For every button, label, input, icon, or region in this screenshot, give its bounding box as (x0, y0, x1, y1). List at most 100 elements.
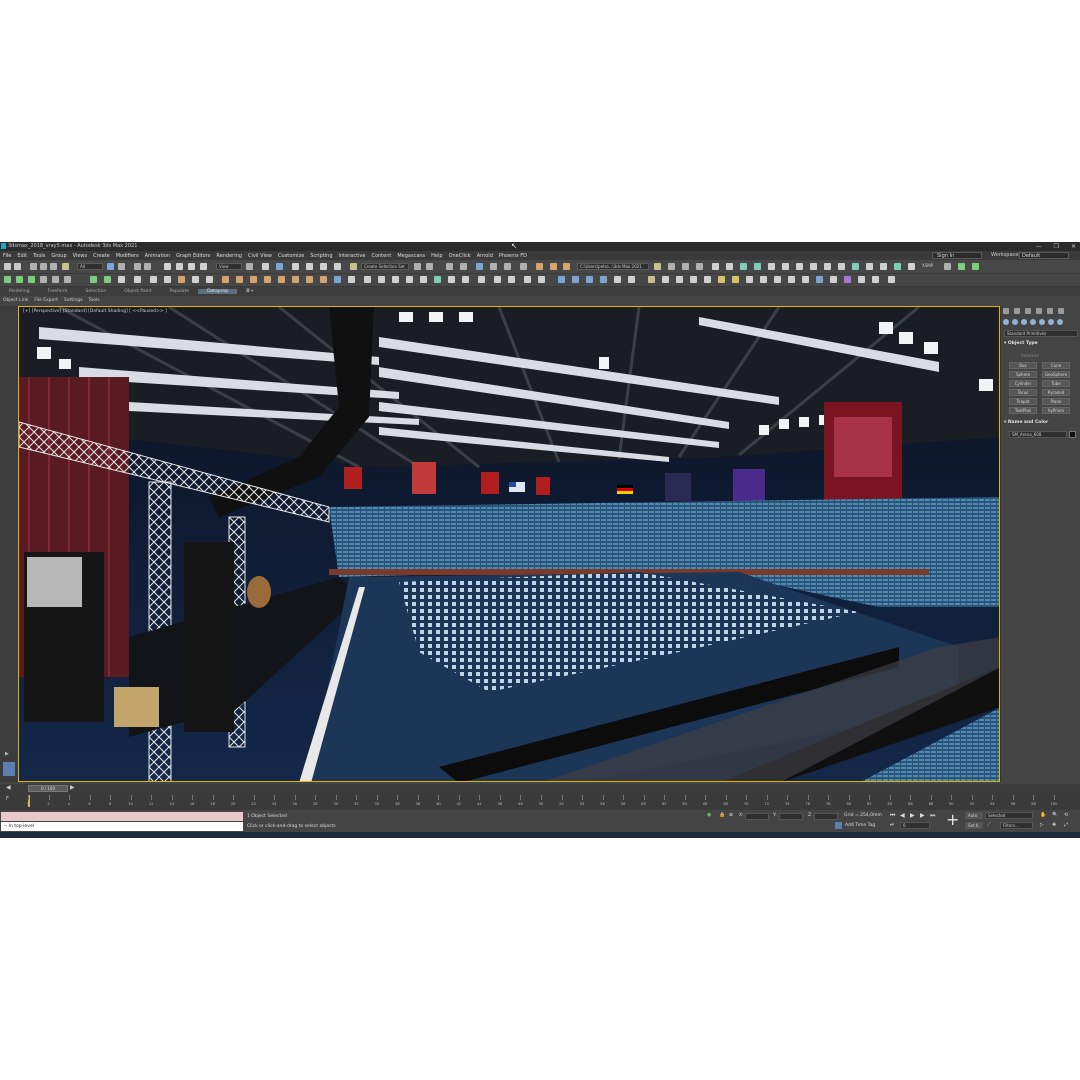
tool-ab-icon[interactable] (648, 276, 655, 283)
auto-key-button[interactable]: Auto (965, 812, 983, 819)
vray-fur-icon[interactable] (796, 263, 803, 270)
subtab-file-export[interactable]: File Export (31, 298, 61, 303)
shapes-icon[interactable] (1012, 319, 1018, 325)
xsmp-export-icon[interactable] (958, 263, 965, 270)
menu-civil-view[interactable]: Civil View (245, 253, 275, 259)
vray-render-icon[interactable] (696, 263, 703, 270)
tool-ap-icon[interactable] (844, 276, 851, 283)
pyramid-button[interactable]: Pyramid (1042, 389, 1070, 396)
ribbon-tab-dataprep[interactable]: Dataprep (198, 289, 238, 294)
autogrid-checkbox[interactable]: AutoGrid (1021, 353, 1039, 358)
object-name-field[interactable]: SM_Arena_608 (1009, 431, 1067, 438)
torus-button[interactable]: Torus (1009, 389, 1037, 396)
tool-ac-icon[interactable] (662, 276, 669, 283)
foam-icon[interactable] (264, 276, 271, 283)
tool-ao-icon[interactable] (830, 276, 837, 283)
menu-content[interactable]: Content (368, 253, 394, 259)
geometry-icon[interactable] (1003, 319, 1009, 325)
tool-am-icon[interactable] (802, 276, 809, 283)
menu-scripting[interactable]: Scripting (307, 253, 335, 259)
menu-create[interactable]: Create (90, 253, 113, 259)
help-icon[interactable] (538, 276, 545, 283)
tool-ae-icon[interactable] (690, 276, 697, 283)
hyprism-button[interactable]: hyPrism (1042, 407, 1070, 414)
next-frame-icon[interactable]: ▶ (920, 812, 925, 819)
unlink-icon[interactable] (40, 263, 47, 270)
object-type-rollout[interactable]: ▾ Object Type (1004, 341, 1038, 346)
cylinder-button[interactable]: Cylinder (1009, 380, 1037, 387)
stop-icon[interactable] (192, 276, 199, 283)
tool-al-icon[interactable] (788, 276, 795, 283)
ribbon-tab-selection[interactable]: Selection (77, 289, 116, 294)
ribbon-tab-populate[interactable]: Populate (161, 289, 199, 294)
add-time-tag-button[interactable]: Add Time Tag (845, 823, 875, 828)
orbit-icon[interactable]: ⟲ (1064, 812, 1068, 818)
tool-aq-icon[interactable] (858, 276, 865, 283)
select-object-icon[interactable] (107, 263, 114, 270)
vray-light-icon[interactable] (712, 263, 719, 270)
tool-ag-icon[interactable] (718, 276, 725, 283)
pan-view-icon[interactable]: ✋ (1040, 812, 1046, 818)
plane-button[interactable]: Plane (1042, 398, 1070, 405)
rectangular-selection-icon[interactable] (134, 263, 141, 270)
time-next-icon[interactable]: ▶ (70, 784, 75, 791)
key-mode-icon[interactable]: ⏯ (890, 822, 894, 828)
track-bar[interactable]: F 0 2 4 6 8 10 12 14 16 18 20 22 24 26 28 30 32 34 36 38 40 4… (0, 794, 1080, 810)
menu-arnold[interactable]: Arnold (474, 253, 496, 259)
tool-i-icon[interactable] (206, 276, 213, 283)
subtab-tools[interactable]: Tools (85, 298, 102, 303)
tool-c-icon[interactable] (64, 276, 71, 283)
cameras-icon[interactable] (1030, 319, 1036, 325)
vray-scene-converter-icon[interactable] (894, 263, 901, 270)
particle-icon[interactable] (320, 276, 327, 283)
vray-sphere-light-icon[interactable] (754, 263, 761, 270)
key-filter-dropdown[interactable]: Selected (985, 812, 1033, 819)
tool-t-icon[interactable] (508, 276, 515, 283)
tool-f-icon[interactable] (118, 276, 125, 283)
reference-coordinate-dropdown[interactable]: View (216, 263, 242, 270)
wind-icon[interactable] (334, 276, 341, 283)
move-icon[interactable] (164, 263, 171, 270)
vray-camera-icon[interactable] (866, 263, 873, 270)
add-keyframe-icon[interactable]: + (946, 812, 959, 828)
xsmp-import-icon[interactable] (972, 263, 979, 270)
tool-s-icon[interactable] (494, 276, 501, 283)
lock-selection-icon[interactable]: 🔒 (719, 812, 725, 818)
layer-explorer-icon[interactable] (460, 263, 467, 270)
perspective-viewport[interactable]: [+] [Perspective] [Standard] [Default Sh… (18, 306, 1000, 782)
ribbon-tab-modeling[interactable]: Modeling (0, 289, 38, 294)
scale-icon[interactable] (188, 263, 195, 270)
systems-icon[interactable] (1057, 319, 1063, 325)
z-coordinate-field[interactable] (814, 813, 838, 820)
tool-ah-icon[interactable] (732, 276, 739, 283)
edit-named-selection-icon[interactable] (350, 263, 357, 270)
toolbar-overflow-icon[interactable] (668, 263, 675, 270)
menu-interactive[interactable]: Interactive (336, 253, 369, 259)
align-icon[interactable] (426, 263, 433, 270)
absolute-mode-icon[interactable]: ⊠ (729, 813, 733, 818)
vray-lister-icon[interactable] (908, 263, 915, 270)
time-prev-icon[interactable]: ◀ (6, 784, 11, 791)
space-warps-icon[interactable] (1048, 319, 1054, 325)
tool-l-icon[interactable] (392, 276, 399, 283)
project-folder-icon[interactable] (654, 263, 661, 270)
teapot-button[interactable]: Teapot (1009, 398, 1037, 405)
menu-help[interactable]: Help (428, 253, 445, 259)
vray-dome-icon[interactable] (726, 263, 733, 270)
spinner-snap-icon[interactable] (334, 263, 341, 270)
minimize-button[interactable]: — (1036, 242, 1042, 251)
modify-tab-icon[interactable] (1014, 308, 1020, 314)
scene-explorer-icon[interactable] (446, 263, 453, 270)
vray-frame-buffer-icon[interactable] (682, 263, 689, 270)
redo-icon[interactable] (14, 263, 21, 270)
menu-oneclick[interactable]: OneClick (446, 253, 474, 259)
named-selection-set-dropdown[interactable]: Create Selection Set (361, 263, 409, 270)
ribbon-options-icon[interactable]: ◘ ▾ (237, 289, 262, 294)
tool-z-icon[interactable] (614, 276, 621, 283)
tool-a-icon[interactable] (40, 276, 47, 283)
goto-start-icon[interactable]: ⏮ (890, 812, 895, 820)
y-coordinate-field[interactable] (779, 813, 803, 820)
tool-d-icon[interactable] (90, 276, 97, 283)
ribbon-tab-freeform[interactable]: Freeform (38, 289, 76, 294)
tool-as-icon[interactable] (888, 276, 895, 283)
